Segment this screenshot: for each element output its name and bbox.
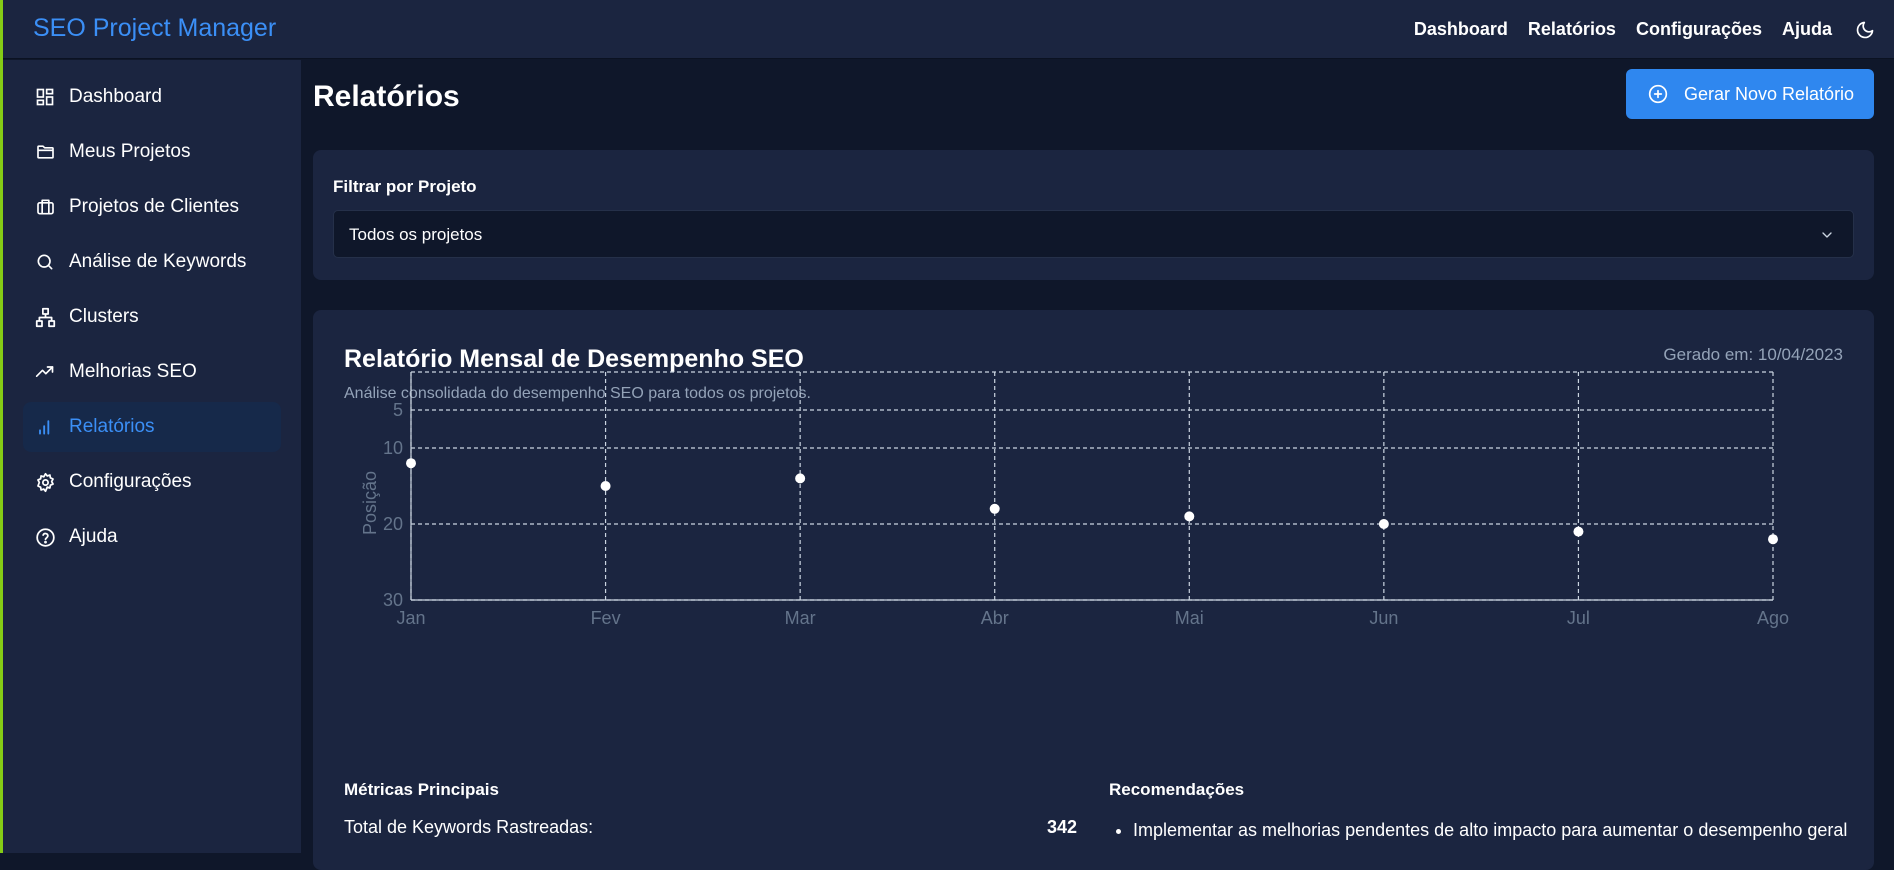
y-tick-label: 30 xyxy=(383,590,403,610)
chart-axes xyxy=(410,372,1773,601)
folder-icon xyxy=(33,140,57,164)
chart-points xyxy=(406,458,1778,545)
y-tick-label: 10 xyxy=(383,438,403,458)
sidebar-item-label: Projetos de Clientes xyxy=(69,196,240,217)
page-title: Relatórios xyxy=(313,80,460,113)
report-card: Relatório Mensal de Desempenho SEO Análi… xyxy=(313,310,1874,870)
chevron-down-icon xyxy=(1819,227,1835,248)
x-tick-label: Jun xyxy=(1369,608,1398,628)
sidebar-item-melhorias-seo[interactable]: Melhorias SEO xyxy=(23,347,281,397)
help-circle-icon xyxy=(33,525,57,549)
new-report-button[interactable]: Gerar Novo Relatório xyxy=(1626,69,1874,119)
sidebar-item-configuracoes[interactable]: Configurações xyxy=(23,457,281,507)
data-point[interactable] xyxy=(600,481,611,491)
topnav-dashboard[interactable]: Dashboard xyxy=(1414,19,1508,40)
project-select-value: Todos os projetos xyxy=(349,225,483,244)
position-chart: 5 10 20 30Jan Fev Mar Abr Mai Jun Jul Ago Posição xyxy=(360,371,1789,628)
metrics-title: Métricas Principais xyxy=(344,780,499,799)
data-point[interactable] xyxy=(1768,534,1778,545)
recommendations-title: Recomendações xyxy=(1109,780,1245,799)
topnav-ajuda[interactable]: Ajuda xyxy=(1782,19,1832,40)
sidebar-item-meus-projetos[interactable]: Meus Projetos xyxy=(23,127,281,177)
sidebar-item-label: Clusters xyxy=(69,306,139,327)
sidebar-item-analise-keywords[interactable]: Análise de Keywords xyxy=(23,237,281,287)
x-tick-label: Jul xyxy=(1567,608,1590,628)
sidebar-item-dashboard[interactable]: Dashboard xyxy=(23,72,281,122)
dashboard-icon xyxy=(33,85,57,109)
sidebar-item-label: Análise de Keywords xyxy=(69,251,247,272)
topnav-relatorios[interactable]: Relatórios xyxy=(1528,19,1616,40)
filter-card: Filtrar por Projeto Todos os projetos xyxy=(313,150,1874,280)
bar-chart-icon xyxy=(33,415,57,439)
project-select[interactable]: Todos os projetos xyxy=(333,210,1854,258)
y-tick-label: 20 xyxy=(383,514,403,534)
data-point[interactable] xyxy=(1573,526,1584,537)
top-navbar: SEO Project Manager Dashboard Relatórios… xyxy=(3,0,1894,59)
chart-grid xyxy=(410,371,1774,601)
sidebar-item-ajuda[interactable]: Ajuda xyxy=(23,512,281,562)
data-point[interactable] xyxy=(1378,519,1389,529)
moon-icon[interactable] xyxy=(1854,19,1876,41)
x-tick-label: Mar xyxy=(785,608,816,628)
sidebar-item-label: Dashboard xyxy=(69,86,162,107)
topnav-configuracoes[interactable]: Configurações xyxy=(1636,19,1762,40)
x-tick-label: Ago xyxy=(1757,608,1789,628)
app-title[interactable]: SEO Project Manager xyxy=(33,14,276,43)
metric-value: 342 xyxy=(1046,817,1077,837)
sidebar-item-projetos-clientes[interactable]: Projetos de Clientes xyxy=(23,182,281,232)
sidebar: Dashboard Meus Projetos Projetos de Clie… xyxy=(3,60,301,853)
gear-icon xyxy=(33,470,57,494)
recommendation-item: Implementar as melhorias pendentes de al… xyxy=(1133,814,1873,846)
recommendations-list: Implementar as melhorias pendentes de al… xyxy=(1109,814,1873,846)
top-nav: Dashboard Relatórios Configurações Ajuda xyxy=(1414,0,1876,59)
x-tick-label: Abr xyxy=(981,608,1009,628)
sidebar-item-label: Configurações xyxy=(69,471,192,492)
trending-up-icon xyxy=(33,360,57,384)
filter-label: Filtrar por Projeto xyxy=(333,177,477,196)
new-report-label: Gerar Novo Relatório xyxy=(1684,83,1855,104)
x-tick-label: Fev xyxy=(591,608,621,628)
data-point[interactable] xyxy=(795,473,806,484)
plus-circle-icon xyxy=(1648,84,1668,104)
x-tick-label: Mai xyxy=(1175,608,1204,628)
x-tick-label: Jan xyxy=(396,608,425,628)
sidebar-item-label: Ajuda xyxy=(69,526,118,547)
search-icon xyxy=(33,250,57,274)
data-point[interactable] xyxy=(989,503,1000,514)
data-point[interactable] xyxy=(406,458,416,469)
y-tick-label: 5 xyxy=(393,400,403,420)
sidebar-item-label: Meus Projetos xyxy=(69,141,191,162)
main-content: Relatórios Gerar Novo Relatório Filtrar … xyxy=(301,60,1894,870)
metric-row: Total de Keywords Rastreadas: 342 xyxy=(344,817,1077,838)
sidebar-item-label: Relatórios xyxy=(69,416,155,437)
sidebar-item-relatorios[interactable]: Relatórios xyxy=(23,402,281,452)
network-icon xyxy=(33,305,57,329)
data-point[interactable] xyxy=(1184,511,1195,522)
sidebar-item-label: Melhorias SEO xyxy=(69,361,197,382)
metric-label: Total de Keywords Rastreadas: xyxy=(344,817,594,837)
y-axis-label: Posição xyxy=(360,471,380,535)
sidebar-item-clusters[interactable]: Clusters xyxy=(23,292,281,342)
briefcase-icon xyxy=(33,195,57,219)
